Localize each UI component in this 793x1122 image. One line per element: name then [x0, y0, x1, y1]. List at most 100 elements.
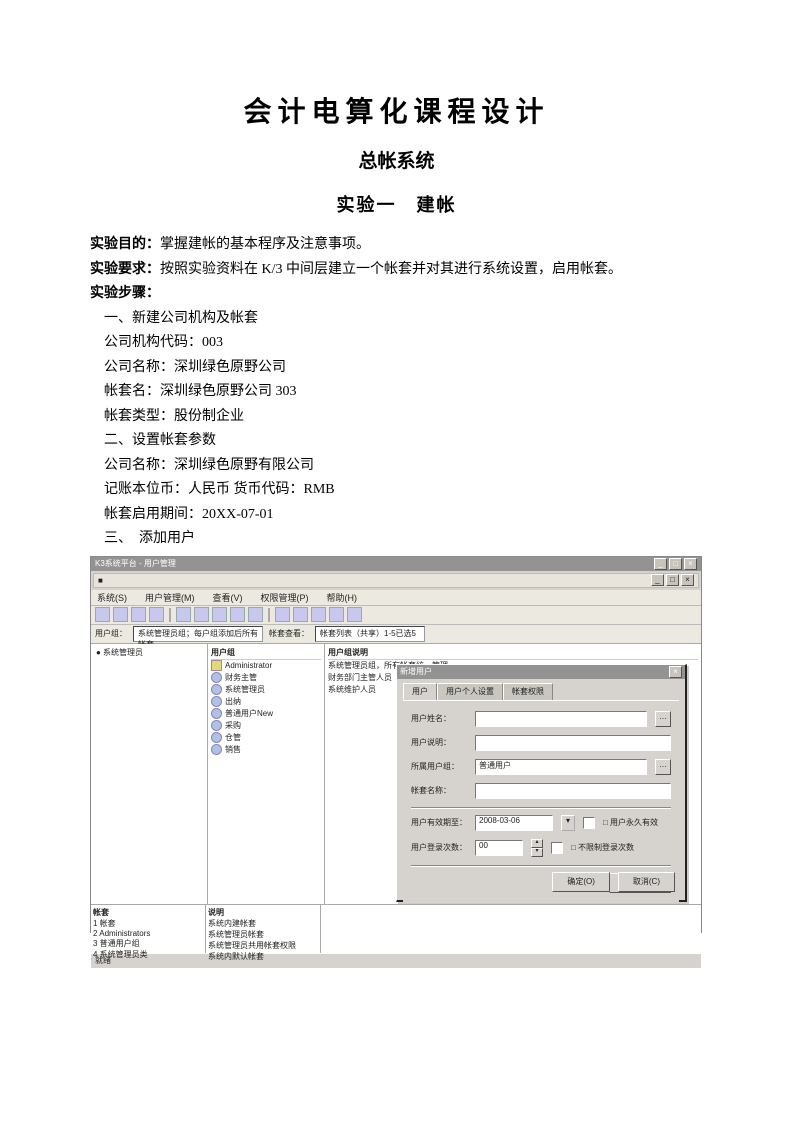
usergroup-input[interactable]: 系统管理员组；每户组添加后所有帐套	[133, 626, 263, 642]
input-username[interactable]	[475, 711, 647, 727]
toolbar-icon[interactable]	[212, 607, 227, 622]
menu-item-help[interactable]: 帮助(H)	[327, 591, 358, 604]
separator	[411, 865, 671, 867]
list-item[interactable]: 销售	[211, 744, 321, 756]
list-item[interactable]: 仓管	[211, 732, 321, 744]
step-line: 三、 添加用户	[90, 527, 703, 552]
list-item[interactable]: 1 帐套	[93, 918, 203, 929]
close-button[interactable]: ×	[684, 558, 697, 570]
spin-down-button[interactable]: ▾	[531, 848, 543, 857]
toolbar-icon[interactable]	[275, 607, 290, 622]
browse-button[interactable]: …	[655, 759, 671, 775]
account-view-dropdown[interactable]: 帐套列表（共享）1-5已选5	[315, 626, 425, 642]
requirement-line: 实验要求：按照实验资料在 K/3 中间层建立一个帐套并对其进行系统设置，启用帐套…	[90, 258, 703, 283]
user-icon	[211, 720, 222, 731]
browse-button[interactable]: …	[655, 711, 671, 727]
toolbar-icon[interactable]	[149, 607, 164, 622]
menu-item-view[interactable]: 查看(V)	[213, 591, 243, 604]
list-item-label: Administrator	[225, 660, 272, 672]
toolbar-icon[interactable]	[347, 607, 362, 622]
panel-header: 用户组说明	[328, 647, 698, 660]
tab-personal[interactable]: 用户个人设置	[437, 683, 503, 700]
dialog-close-button[interactable]: ×	[669, 666, 682, 678]
purpose-text: 掌握建帐的基本程序及注意事项。	[160, 237, 370, 252]
document-page: 会计电算化课程设计 总帐系统 实验一 建帐 实验目的：掌握建帐的基本程序及注意事…	[0, 0, 793, 1122]
toolbar-icon[interactable]	[329, 607, 344, 622]
input-expiry-date[interactable]: 2008-03-06	[475, 815, 553, 831]
window-titlebar[interactable]: K3系统平台 - 用户管理 _ □ ×	[91, 557, 701, 571]
close-button[interactable]: ×	[681, 574, 694, 586]
list-item[interactable]: 出纳	[211, 696, 321, 708]
toolbar-separator	[169, 608, 171, 622]
toolbar-icon[interactable]	[176, 607, 191, 622]
user-icon	[211, 708, 222, 719]
list-item[interactable]: 普通用户New	[211, 708, 321, 720]
menu-item-permission[interactable]: 权限管理(P)	[261, 591, 309, 604]
list-item[interactable]: 2 Administrators	[93, 929, 203, 938]
user-icon	[211, 684, 222, 695]
checkbox-forever[interactable]	[583, 817, 595, 829]
requirement-text: 按照实验资料在 K/3 中间层建立一个帐套并对其进行系统设置，启用帐套。	[160, 262, 622, 277]
list-item-label: 销售	[225, 744, 241, 756]
purpose-label: 实验目的：	[90, 237, 160, 252]
user-icon	[211, 732, 222, 743]
step-line: 帐套启用期间：20XX-07-01	[90, 503, 703, 528]
list-item-label: 普通用户New	[225, 708, 273, 720]
folder-icon	[211, 660, 222, 671]
input-usergroup[interactable]: 普通用户	[475, 759, 647, 775]
ok-button[interactable]: 确定(O)	[552, 872, 610, 892]
maximize-button[interactable]: □	[666, 574, 679, 586]
panel-header: 帐套	[93, 907, 203, 918]
cancel-button[interactable]: 取消(C)	[618, 872, 675, 892]
toolbar-icon[interactable]	[248, 607, 263, 622]
dialog-titlebar[interactable]: 新增用户 ×	[397, 665, 685, 679]
tree-panel[interactable]: ● 系统管理员	[91, 644, 208, 904]
toolbar-icon[interactable]	[194, 607, 209, 622]
usergroup-label: 用户组：	[95, 628, 127, 639]
step-line: 公司名称：深圳绿色原野有限公司	[90, 454, 703, 479]
label-logincount: 用户登录次数：	[411, 842, 467, 853]
minimize-button[interactable]: _	[654, 558, 667, 570]
usergroup-list-panel: 用户组 Administrator 财务主管 系统管理员 出纳 普通用户New …	[208, 644, 325, 904]
spin-up-button[interactable]: ▴	[531, 839, 543, 848]
minimize-button[interactable]: _	[651, 574, 664, 586]
list-item-label: 采购	[225, 720, 241, 732]
inner-titlebar: ■ _ □ ×	[93, 573, 699, 588]
desc-line: 系统管理员帐套	[208, 929, 318, 940]
checkbox-forever-label: □ 用户永久有效	[603, 817, 658, 828]
list-item[interactable]: 采购	[211, 720, 321, 732]
list-item[interactable]: 3 普通用户组	[93, 938, 203, 949]
filter-toolbar: 用户组： 系统管理员组；每户组添加后所有帐套 帐套查看： 帐套列表（共享）1-5…	[91, 625, 701, 644]
row-account: 帐套名称：	[411, 783, 671, 799]
toolbar-icon[interactable]	[95, 607, 110, 622]
main-title: 会计电算化课程设计	[90, 90, 703, 130]
date-picker-button[interactable]: ▾	[561, 815, 575, 831]
tab-user[interactable]: 用户	[403, 683, 437, 700]
input-userdesc[interactable]	[475, 735, 671, 751]
tab-permission[interactable]: 帐套权限	[503, 683, 553, 700]
step-line: 一、新建公司机构及帐套	[90, 307, 703, 332]
user-icon	[211, 696, 222, 707]
input-account[interactable]	[475, 783, 671, 799]
tree-root[interactable]: ● 系统管理员	[94, 647, 204, 658]
toolbar-icon[interactable]	[230, 607, 245, 622]
menu-item-user[interactable]: 用户管理(M)	[145, 591, 195, 604]
user-icon	[211, 744, 222, 755]
input-logincount[interactable]: 00	[475, 840, 523, 856]
row-logincount: 用户登录次数： 00 ▴ ▾ □ 不限制登录次数	[411, 839, 671, 857]
list-item[interactable]: Administrator	[211, 660, 321, 672]
list-item[interactable]: 系统管理员	[211, 684, 321, 696]
list-item[interactable]: 财务主管	[211, 672, 321, 684]
inner-title-icon: ■	[98, 576, 103, 585]
toolbar-icon[interactable]	[311, 607, 326, 622]
toolbar-icon[interactable]	[113, 607, 128, 622]
step-line: 公司机构代码：003	[90, 331, 703, 356]
menu-item-system[interactable]: 系统(S)	[97, 591, 127, 604]
account-list-panel: 帐套 1 帐套 2 Administrators 3 普通用户组 4 系统管理员…	[91, 905, 206, 953]
step-line: 帐套类型：股份制企业	[90, 405, 703, 430]
maximize-button[interactable]: □	[669, 558, 682, 570]
checkbox-unlimited[interactable]	[551, 842, 563, 854]
toolbar-icon[interactable]	[131, 607, 146, 622]
toolbar-icon[interactable]	[293, 607, 308, 622]
label-userdesc: 用户说明：	[411, 737, 467, 748]
